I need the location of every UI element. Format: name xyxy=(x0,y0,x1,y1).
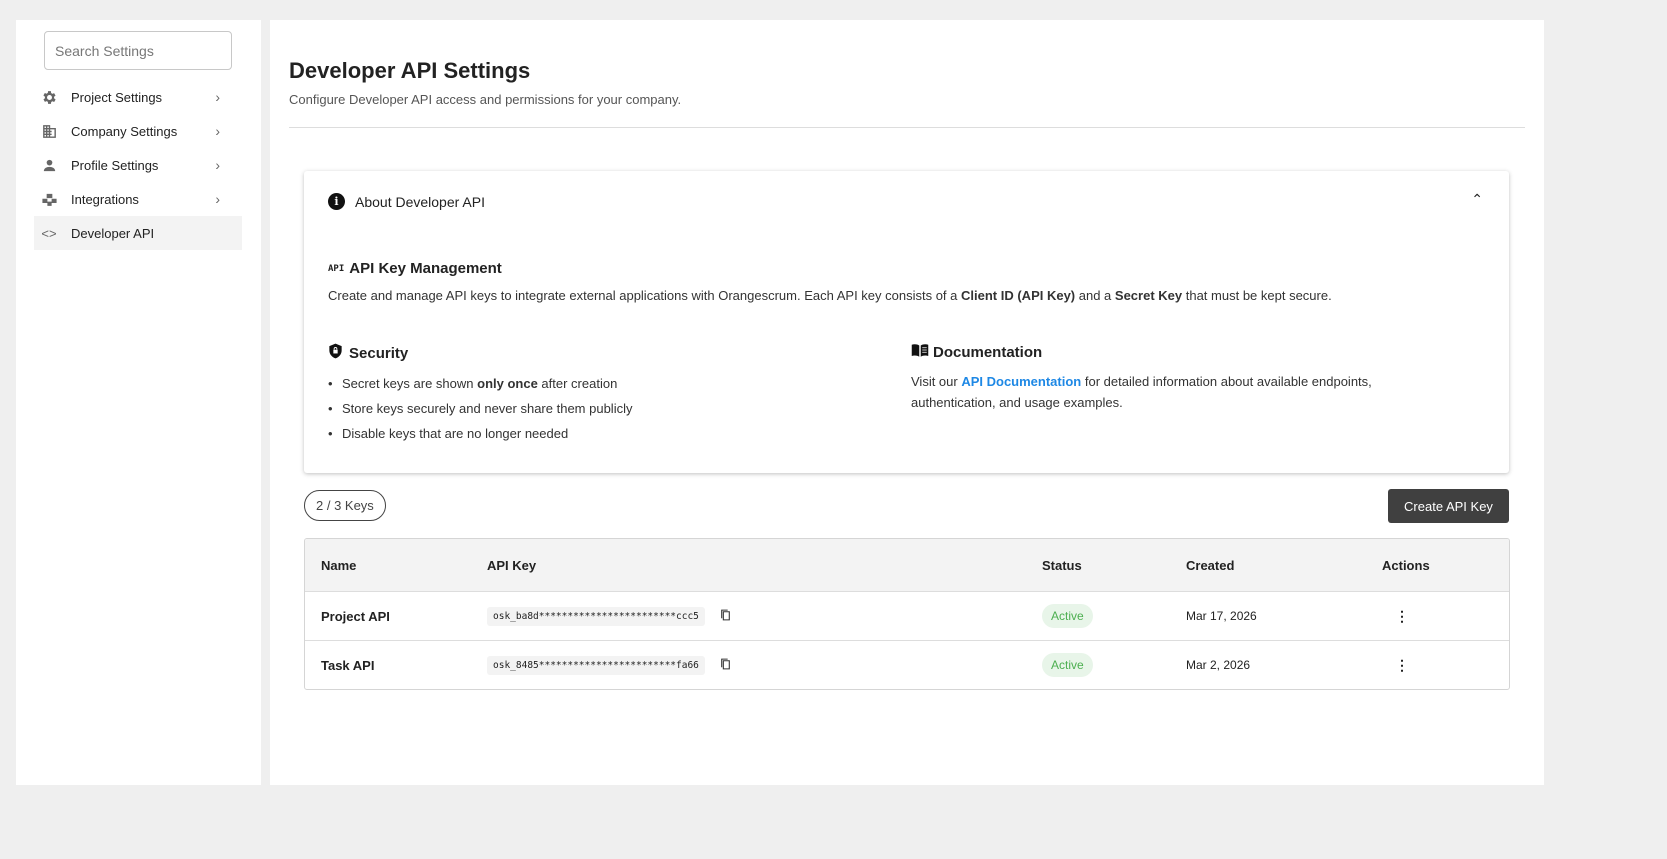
created-date: Mar 17, 2026 xyxy=(1186,609,1257,623)
table-row: Project API osk_ba8d********************… xyxy=(305,591,1509,640)
book-icon xyxy=(911,343,929,361)
shield-lock-icon xyxy=(328,343,343,363)
column-header: Created xyxy=(1186,557,1235,573)
settings-nav: Project Settings › Company Settings › Pr… xyxy=(34,80,242,250)
gear-icon xyxy=(40,88,58,106)
section-title: Documentation xyxy=(933,343,1043,361)
page-subtitle: Configure Developer API access and permi… xyxy=(289,92,682,107)
sidebar-item-project-settings[interactable]: Project Settings › xyxy=(34,80,242,114)
copy-icon[interactable] xyxy=(719,608,732,625)
section-title: Security xyxy=(349,344,409,362)
sidebar-item-label: Project Settings xyxy=(71,89,163,105)
about-developer-api-panel: i About Developer API ⌃ API API Key Manag… xyxy=(304,171,1509,473)
copy-icon[interactable] xyxy=(719,657,732,674)
security-tip: Secret keys are shown only once after cr… xyxy=(328,371,632,396)
security-tip: Disable keys that are no longer needed xyxy=(328,421,632,446)
documentation-text: Visit our API Documentation for detailed… xyxy=(911,374,1372,410)
api-documentation-link[interactable]: API Documentation xyxy=(961,374,1081,389)
column-header: Actions xyxy=(1382,557,1430,573)
status-badge: Active xyxy=(1042,653,1093,677)
building-icon xyxy=(40,122,58,140)
main-content: Developer API Settings Configure Develop… xyxy=(270,20,1544,785)
api-key-value: osk_8485************************fa66 xyxy=(487,655,705,675)
api-keys-table: Name API Key Status Created Actions Proj… xyxy=(304,538,1510,690)
chevron-right-icon: › xyxy=(215,89,220,105)
api-key-management-section: API API Key Management Create and manage … xyxy=(328,260,1332,306)
page-title: Developer API Settings xyxy=(289,58,531,83)
security-section: Security Secret keys are shown only once… xyxy=(328,343,632,446)
about-panel-title: About Developer API xyxy=(355,193,485,210)
api-key-value: osk_ba8d************************ccc5 xyxy=(487,606,705,626)
code-icon: <> xyxy=(41,225,57,241)
search-settings-input[interactable] xyxy=(44,31,232,70)
divider xyxy=(289,127,1525,128)
security-tip: Store keys securely and never share them… xyxy=(328,396,632,421)
info-icon: i xyxy=(328,193,345,210)
created-date: Mar 2, 2026 xyxy=(1186,658,1251,672)
table-row: Task API osk_8485***********************… xyxy=(305,640,1509,689)
table-header: Name API Key Status Created Actions xyxy=(305,539,1509,591)
sidebar-item-label: Developer API xyxy=(71,225,155,241)
key-name: Project API xyxy=(321,608,390,624)
sidebar-item-label: Integrations xyxy=(71,191,139,207)
chevron-right-icon: › xyxy=(215,123,220,139)
sidebar-item-integrations[interactable]: Integrations › xyxy=(34,182,242,216)
column-header: API Key xyxy=(487,557,537,573)
status-badge: Active xyxy=(1042,604,1093,628)
sidebar-item-developer-api[interactable]: <> Developer API xyxy=(34,216,242,250)
puzzle-icon xyxy=(40,190,58,208)
chevron-up-icon[interactable]: ⌃ xyxy=(1471,191,1483,208)
api-key-management-text: Create and manage API keys to integrate … xyxy=(328,288,1332,303)
api-icon: API xyxy=(328,263,345,274)
chevron-right-icon: › xyxy=(215,191,220,207)
create-api-key-button[interactable]: Create API Key xyxy=(1388,489,1509,523)
keys-count-badge: 2 / 3 Keys xyxy=(304,490,386,521)
sidebar-item-label: Company Settings xyxy=(71,123,178,139)
documentation-section: Documentation Visit our API Documentatio… xyxy=(911,343,1451,413)
sidebar-item-profile-settings[interactable]: Profile Settings › xyxy=(34,148,242,182)
more-actions-icon[interactable]: ⋮ xyxy=(1395,657,1409,673)
sidebar-item-company-settings[interactable]: Company Settings › xyxy=(34,114,242,148)
section-title: API Key Management xyxy=(349,260,502,277)
chevron-right-icon: › xyxy=(215,157,220,173)
settings-sidebar: Project Settings › Company Settings › Pr… xyxy=(16,20,261,785)
more-actions-icon[interactable]: ⋮ xyxy=(1395,608,1409,624)
column-header: Status xyxy=(1042,557,1082,573)
column-header: Name xyxy=(321,557,357,573)
about-panel-header[interactable]: i About Developer API xyxy=(328,193,485,210)
sidebar-item-label: Profile Settings xyxy=(71,157,159,173)
person-icon xyxy=(40,156,58,174)
key-name: Task API xyxy=(321,657,375,673)
